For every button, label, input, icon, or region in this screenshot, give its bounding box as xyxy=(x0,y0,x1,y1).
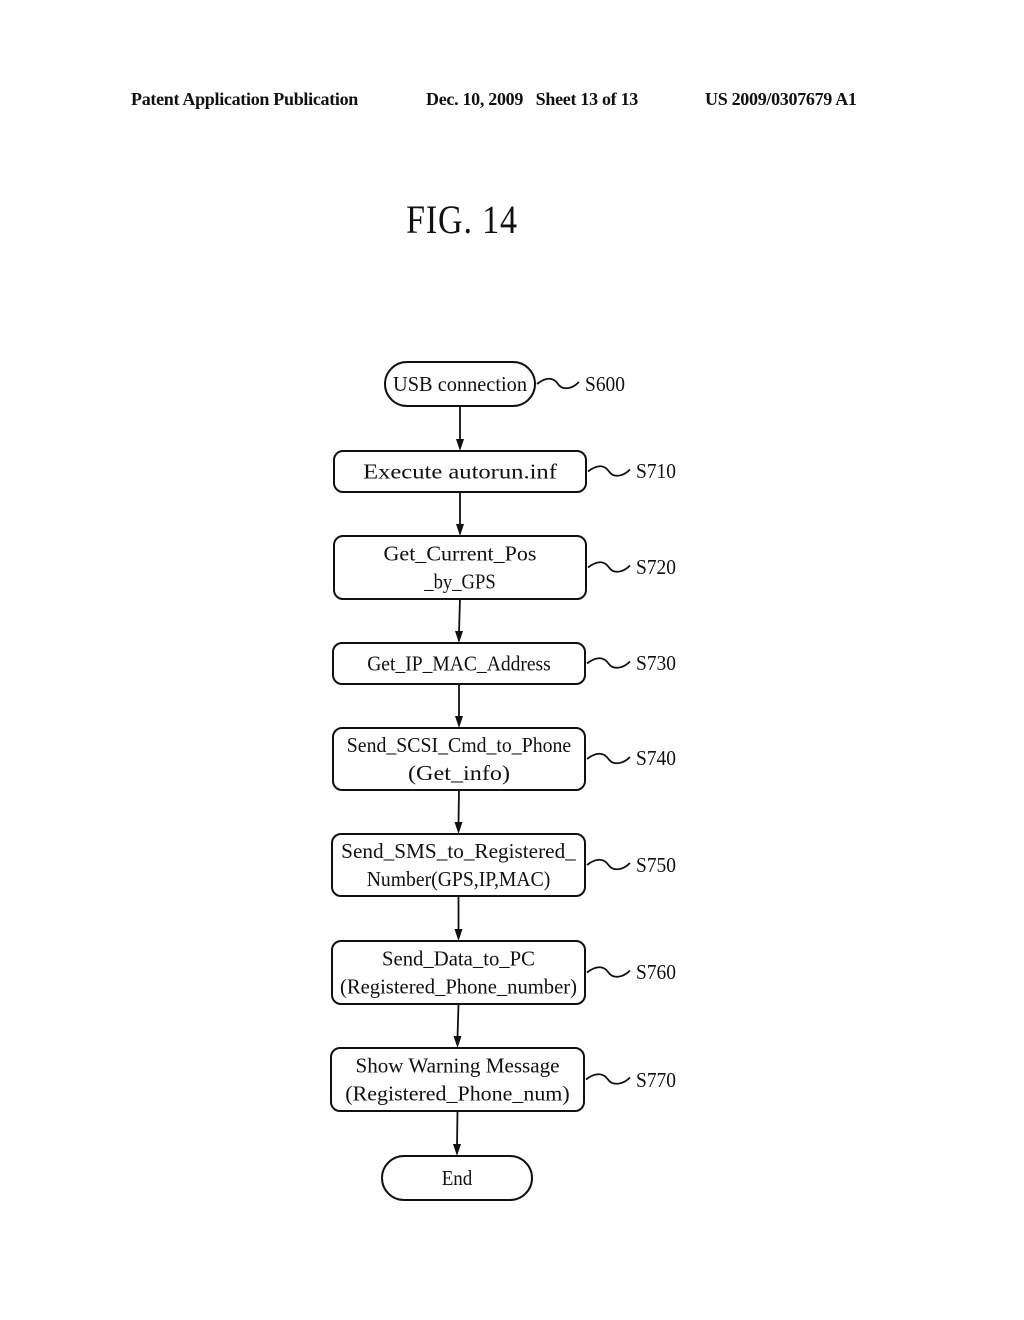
step-reference-label: S770 xyxy=(636,1068,676,1092)
node-label: Send_SCSI_Cmd_to_Phone xyxy=(347,733,571,757)
arrowhead-icon xyxy=(453,1036,462,1048)
arrow-line xyxy=(456,1110,459,1147)
node-label: (Get_info) xyxy=(408,761,510,785)
flow-arrow xyxy=(456,406,464,451)
arrowhead-icon xyxy=(456,439,464,451)
node-label: Show Warning Message xyxy=(356,1054,560,1078)
arrowhead-icon xyxy=(454,929,463,941)
process-node: Get_IP_MAC_Address S730 xyxy=(332,642,676,685)
terminal-node: USB connection S600 xyxy=(384,361,625,407)
node-label: _by_GPS xyxy=(423,570,495,594)
leader-line xyxy=(586,858,631,871)
node-label: USB connection xyxy=(393,372,527,396)
flow-arrow xyxy=(454,789,463,834)
flow-arrow xyxy=(453,1003,462,1048)
flow-arrow xyxy=(455,598,463,643)
process-node: Show Warning Message (Registered_Phone_nu… xyxy=(330,1047,676,1112)
flow-arrow xyxy=(455,684,463,728)
process-node: Get_Current_Pos _by_GPS S720 xyxy=(333,535,676,600)
step-reference-label: S750 xyxy=(636,853,676,877)
process-node: Send_Data_to_PC (Registered_Phone_number)… xyxy=(331,940,676,1005)
node-label: Execute autorun.inf xyxy=(363,460,557,484)
node-label: Send_Data_to_PC xyxy=(382,947,535,971)
node-label: End xyxy=(442,1166,473,1190)
leader-line xyxy=(586,657,631,669)
arrowhead-icon xyxy=(454,822,463,834)
leader-line xyxy=(585,1073,631,1085)
arrow-line xyxy=(457,789,460,825)
arrow-line xyxy=(458,598,461,634)
leader-line xyxy=(536,377,580,390)
node-label: (Registered_Phone_num) xyxy=(345,1082,569,1106)
arrowhead-icon xyxy=(456,524,464,536)
step-reference-label: S600 xyxy=(585,372,625,396)
step-reference-label: S760 xyxy=(636,960,676,984)
step-reference-label: S720 xyxy=(636,555,676,579)
process-node: Execute autorun.inf S710 xyxy=(333,450,676,493)
flow-arrow xyxy=(456,492,464,536)
node-label: Get_IP_MAC_Address xyxy=(367,652,551,676)
flow-arrow xyxy=(454,896,463,941)
node-label: Number(GPS,IP,MAC) xyxy=(367,867,551,891)
arrowhead-icon xyxy=(455,716,463,728)
step-reference-label: S710 xyxy=(636,459,676,483)
leader-line xyxy=(587,465,631,477)
node-label: (Registered_Phone_number) xyxy=(340,975,577,999)
arrow-line xyxy=(456,1003,460,1039)
process-node: Send_SCSI_Cmd_to_Phone (Get_info) S740 xyxy=(332,727,676,791)
process-node: Send_SMS_to_Registered_ Number(GPS,IP,MAC… xyxy=(331,833,676,897)
flowchart: USB connection S600 Execute autorun.inf S71… xyxy=(330,361,676,1201)
leader-line xyxy=(586,752,631,765)
leader-line xyxy=(586,966,631,978)
node-label: Send_SMS_to_Registered_ xyxy=(341,839,576,863)
leader-line xyxy=(587,561,631,573)
arrowhead-icon xyxy=(455,631,463,643)
flow-arrow xyxy=(453,1110,461,1156)
terminal-node: End xyxy=(381,1155,533,1201)
step-reference-label: S730 xyxy=(636,651,676,675)
arrowhead-icon xyxy=(453,1144,461,1156)
step-reference-label: S740 xyxy=(636,746,676,770)
node-label: Get_Current_Pos xyxy=(384,542,537,566)
